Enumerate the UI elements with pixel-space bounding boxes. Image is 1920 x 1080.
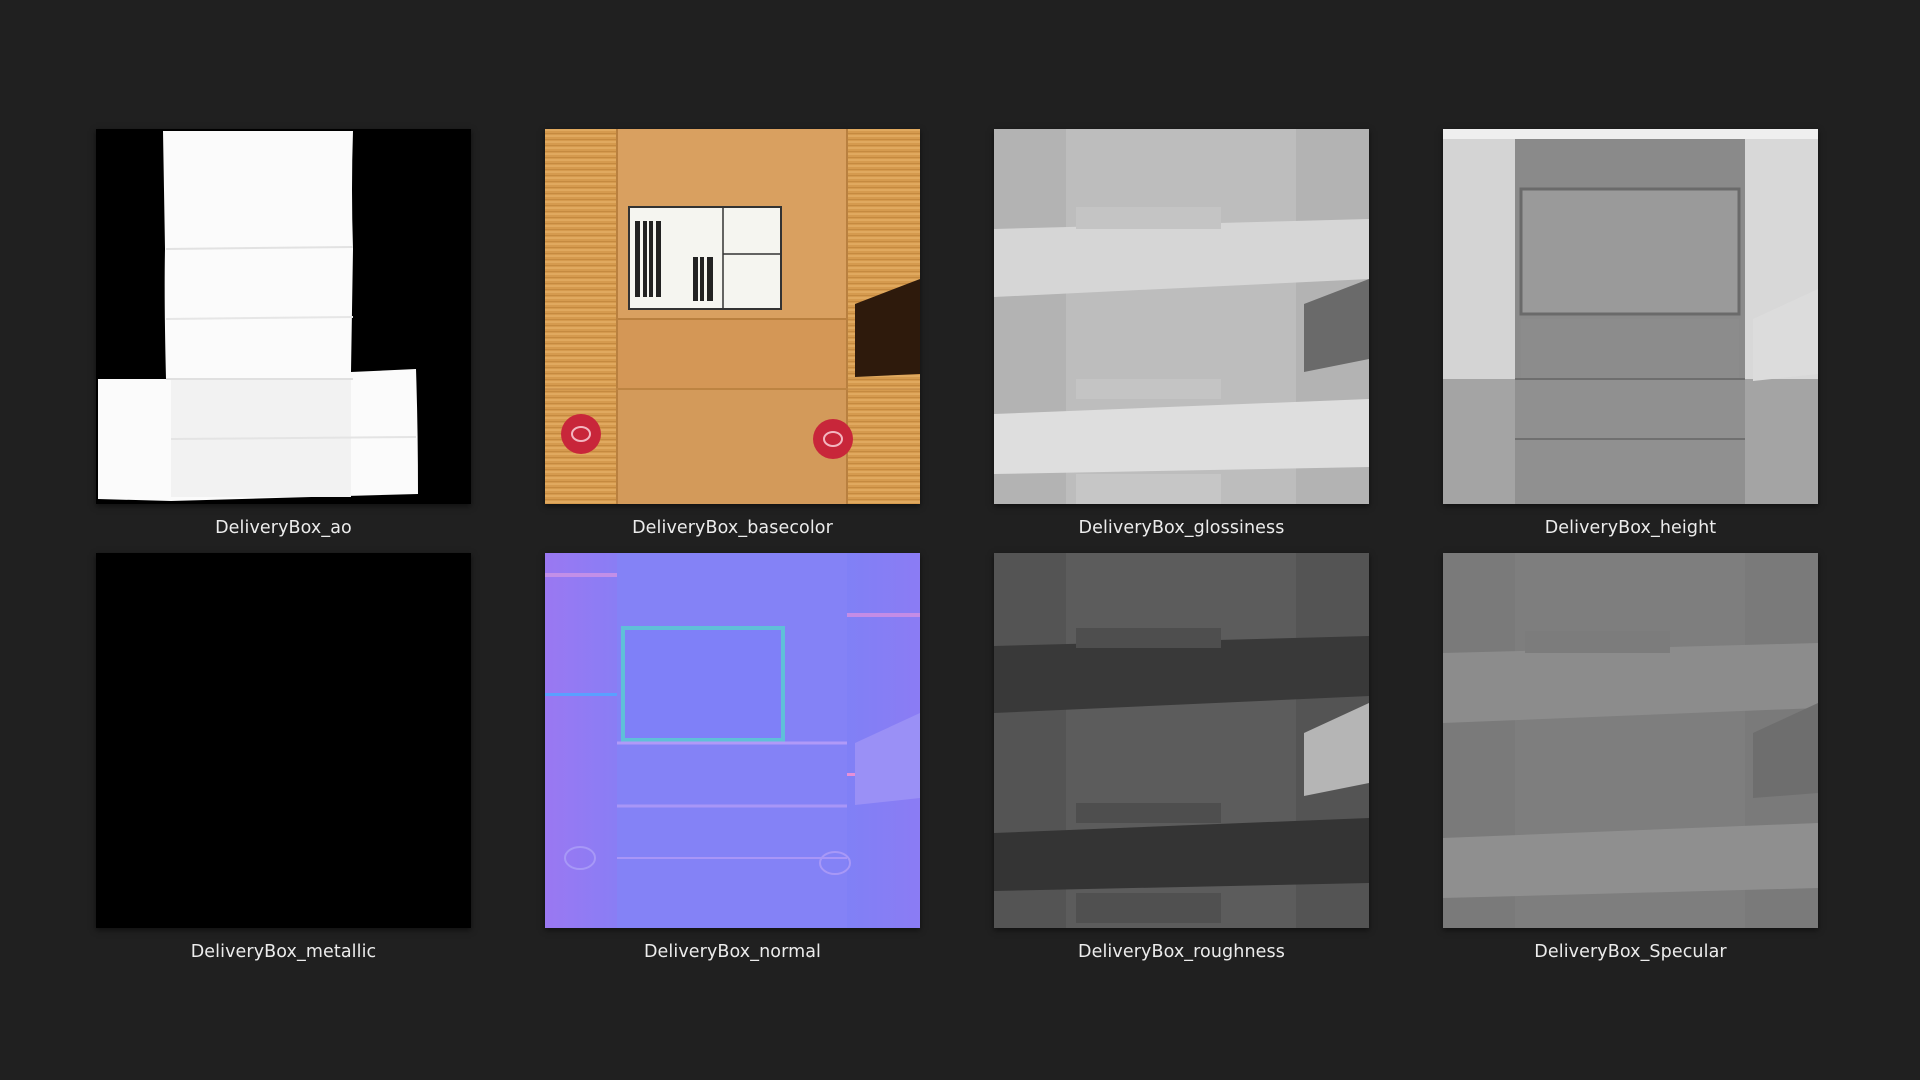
file-name: DeliveryBox_ao	[215, 518, 352, 538]
thumbnail-tile-ao[interactable]: DeliveryBox_ao	[96, 129, 471, 538]
file-name: DeliveryBox_normal	[643, 942, 822, 962]
file-name: DeliveryBox_roughness	[1078, 942, 1285, 962]
thumbnail-tile-height[interactable]: DeliveryBox_height	[1443, 129, 1818, 538]
file-name: DeliveryBox_height	[1544, 518, 1717, 538]
basecolor-texture-preview	[545, 129, 920, 504]
roughness-texture-preview	[994, 553, 1369, 928]
thumbnail-tile-roughness[interactable]: DeliveryBox_roughness	[994, 553, 1369, 962]
thumbnail-tile-normal[interactable]: DeliveryBox_normal	[545, 553, 920, 962]
normal-texture-preview	[545, 553, 920, 928]
height-texture-preview	[1443, 129, 1818, 504]
thumbnail-tile-specular[interactable]: DeliveryBox_Specular	[1443, 553, 1818, 962]
file-browser-grid: { "files": [ {"name": "DeliveryBox_ao"},…	[0, 0, 1920, 1080]
ao-texture-preview	[96, 129, 471, 504]
glossiness-texture-preview	[994, 129, 1369, 504]
file-name: DeliveryBox_basecolor	[632, 518, 833, 538]
thumbnail-tile-metallic[interactable]: DeliveryBox_metallic	[96, 553, 471, 962]
thumbnail-tile-basecolor[interactable]: DeliveryBox_basecolor	[545, 129, 920, 538]
specular-texture-preview	[1443, 553, 1818, 928]
file-name: DeliveryBox_glossiness	[1078, 518, 1285, 538]
file-name: DeliveryBox_Specular	[1534, 942, 1727, 962]
file-name: DeliveryBox_metallic	[190, 942, 377, 962]
metallic-texture-preview	[96, 553, 471, 928]
thumbnail-tile-glossiness[interactable]: DeliveryBox_glossiness	[994, 129, 1369, 538]
